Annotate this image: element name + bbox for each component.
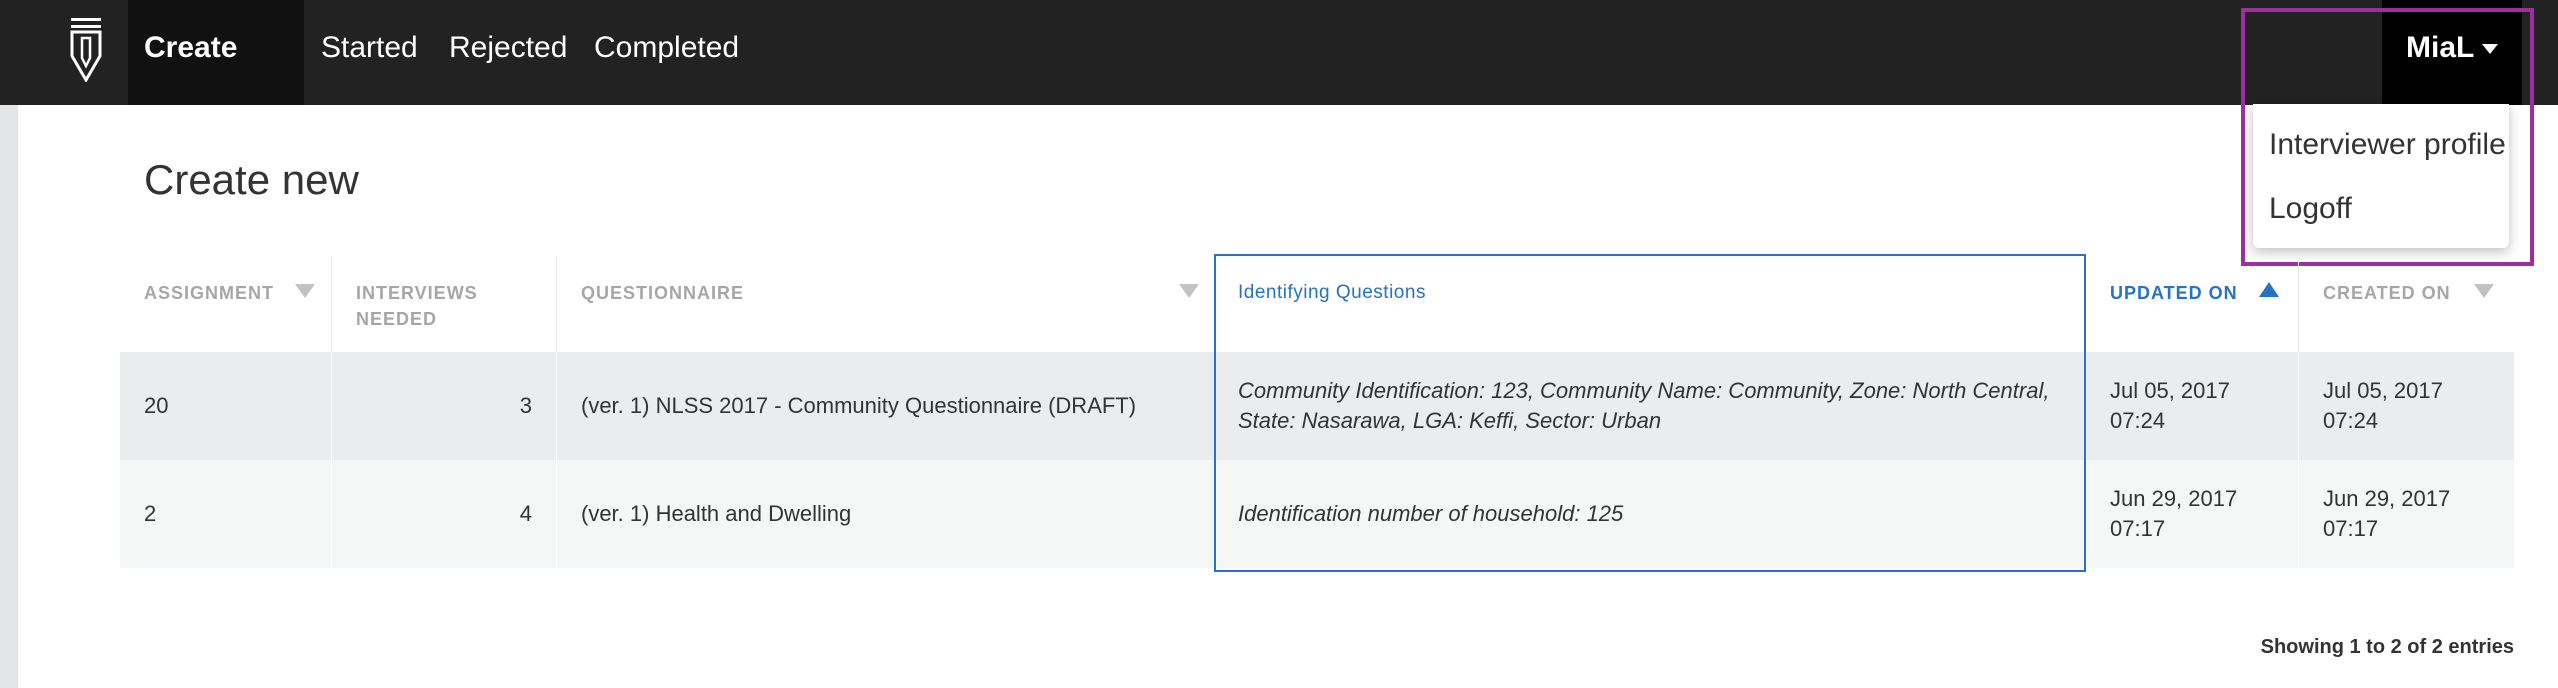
cell-assignment: 2 xyxy=(120,460,332,568)
cell-assignment: 20 xyxy=(120,352,332,460)
menu-item-interviewer-profile[interactable]: Interviewer profile xyxy=(2269,128,2506,162)
cell-created-on: Jul 05, 2017 07:24 xyxy=(2323,378,2443,433)
cell-updated-on: Jun 29, 2017 07:17 xyxy=(2086,460,2299,568)
top-navbar: Create new Started Rejected Completed Mi… xyxy=(0,0,2558,160)
column-header-interviews-needed[interactable]: INTERVIEWS NEEDED xyxy=(332,256,557,352)
cell-interviews-needed: 3 xyxy=(332,352,557,460)
column-header-label: Identifying Questions xyxy=(1238,282,1426,303)
tab-rejected[interactable]: Rejected xyxy=(433,0,583,105)
page-title: Create new xyxy=(144,156,359,203)
column-header-assignment[interactable]: ASSIGNMENT xyxy=(120,256,332,352)
column-header-label: UPDATED ON xyxy=(2110,283,2238,303)
column-header-label: INTERVIEWS NEEDED xyxy=(356,283,478,329)
column-header-label: ASSIGNMENT xyxy=(144,283,275,303)
sort-ascending-icon[interactable] xyxy=(2259,282,2279,297)
cell-interviews-needed: 4 xyxy=(332,460,557,568)
cell-identifying-questions: Community Identification: 123, Community… xyxy=(1238,378,2050,433)
column-header-questionnaire[interactable]: QUESTIONNAIRE xyxy=(557,256,1214,352)
cell-questionnaire: (ver. 1) NLSS 2017 - Community Questionn… xyxy=(581,393,1137,418)
column-header-identifying-questions[interactable]: Identifying Questions xyxy=(1214,256,2086,352)
column-header-updated-on[interactable]: UPDATED ON xyxy=(2086,256,2299,352)
cell-identifying-questions: Identification number of household: 125 xyxy=(1238,501,1624,526)
sort-icon[interactable] xyxy=(1179,284,1199,298)
cell-created-on: Jun 29, 2017 07:17 xyxy=(2323,486,2451,541)
column-header-label: QUESTIONNAIRE xyxy=(581,283,745,303)
tab-started[interactable]: Started xyxy=(305,0,434,105)
tab-create-new[interactable]: Create new xyxy=(128,0,304,160)
user-menu-toggle[interactable]: MiaL xyxy=(2382,0,2522,105)
cell-updated-on: Jul 05, 2017 07:24 xyxy=(2086,352,2299,460)
user-name: MiaL xyxy=(2406,31,2475,64)
column-header-label: CREATED ON xyxy=(2323,283,2451,303)
pagination-info: Showing 1 to 2 of 2 entries xyxy=(2260,636,2514,658)
app-logo[interactable] xyxy=(62,0,110,105)
user-dropdown-menu: Interviewer profile Logoff xyxy=(2253,104,2509,248)
sort-icon[interactable] xyxy=(2474,284,2494,298)
cell-questionnaire: (ver. 1) Health and Dwelling xyxy=(581,501,852,526)
caret-down-icon xyxy=(2482,44,2499,55)
column-header-created-on[interactable]: CREATED ON xyxy=(2299,256,2514,352)
table-row[interactable]: 20 3 (ver. 1) NLSS 2017 - Community Ques… xyxy=(120,352,2514,460)
menu-item-logoff[interactable]: Logoff xyxy=(2269,192,2352,226)
pen-logo-icon xyxy=(70,18,102,82)
table-row[interactable]: 2 4 (ver. 1) Health and Dwelling Identif… xyxy=(120,460,2514,568)
tab-completed[interactable]: Completed xyxy=(578,0,755,105)
sort-icon[interactable] xyxy=(295,284,315,298)
